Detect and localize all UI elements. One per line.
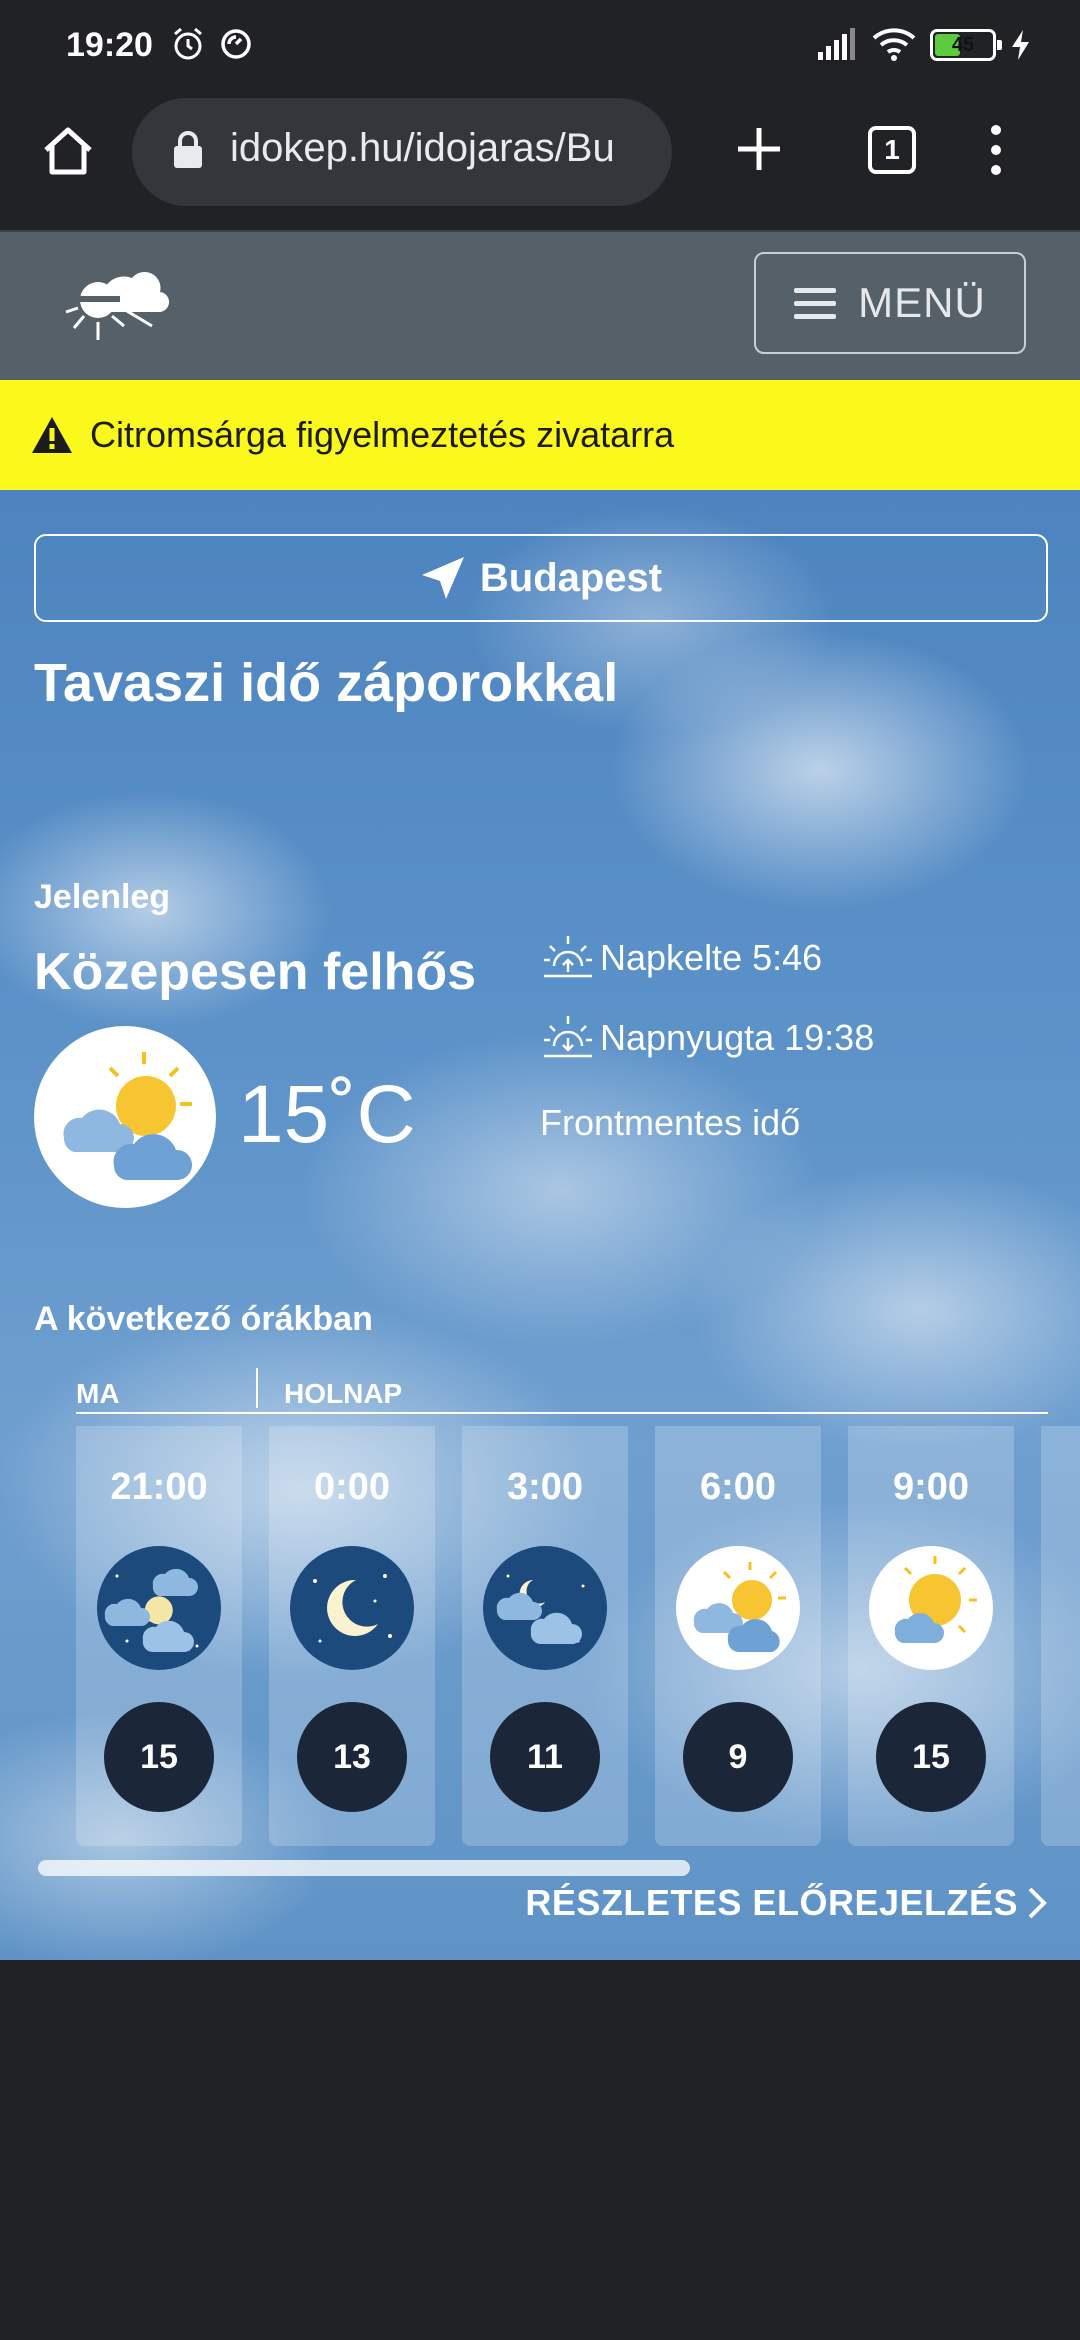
location-arrow-icon	[421, 557, 464, 599]
new-tab-icon[interactable]	[734, 124, 784, 174]
sunset-text: Napnyugta 19:38	[600, 1017, 875, 1058]
hour-temperature: 13	[297, 1702, 407, 1812]
home-icon[interactable]	[40, 122, 96, 178]
sunrise-icon	[544, 936, 592, 978]
hour-temperature: 9	[683, 1702, 793, 1812]
day-labels: MA HOLNAP	[76, 1368, 1048, 1414]
hour-time: 6:00	[699, 1466, 777, 1508]
forecast-headline: Tavaszi idő záporokkal	[34, 653, 619, 713]
main-content: Budapest Tavaszi idő záporokkal Jelenleg…	[0, 490, 1080, 1960]
more-options-icon[interactable]	[986, 122, 1006, 178]
hour-temperature: 11	[490, 1702, 600, 1812]
front-status: Frontmentes idő	[540, 1102, 801, 1143]
hour-time: 0:00	[313, 1466, 391, 1508]
hourly-forecast-title: A következő órákban	[34, 1300, 373, 1338]
hour-card[interactable]: 6:00 9	[655, 1426, 821, 1846]
alarm-icon	[174, 27, 202, 60]
warning-icon	[32, 417, 72, 453]
detailed-forecast-label: RÉSZLETES ELŐREJELZÉS	[525, 1882, 1018, 1923]
site-logo-icon[interactable]	[62, 256, 172, 356]
horizontal-scrollbar[interactable]	[38, 1860, 690, 1876]
clear-night-icon	[290, 1546, 414, 1670]
site-header: MENÜ	[0, 230, 1080, 380]
menu-label: MENÜ	[858, 279, 986, 326]
detailed-forecast-link[interactable]: RÉSZLETES ELŐREJELZÉS	[525, 1882, 1050, 1924]
weather-warning-banner[interactable]: Citromsárga figyelmeztetés zivatarra	[0, 380, 1080, 490]
hour-time: 9:00	[892, 1466, 970, 1508]
sunrise-text: Napkelte 5:46	[600, 937, 823, 978]
partly-cloudy-day-icon	[676, 1546, 800, 1670]
hour-time: 21:00	[110, 1466, 208, 1508]
current-temperature: 15˚C	[238, 1069, 416, 1160]
battery-indicator: 45	[930, 29, 1002, 61]
page-blank-area	[0, 1960, 1080, 2340]
hour-card[interactable]: 21:00 15	[76, 1426, 242, 1846]
address-bar[interactable]: idokep.hu/idojaras/Bu	[132, 98, 672, 206]
location-button[interactable]: Budapest	[34, 534, 1048, 622]
url-text[interactable]: idokep.hu/idojaras/Bu	[230, 126, 660, 171]
day-divider	[256, 1368, 258, 1408]
hour-card[interactable]: 3:00 11	[462, 1426, 628, 1846]
sunset-icon	[544, 1016, 592, 1058]
battery-level: 45	[951, 33, 975, 56]
hour-card-partial[interactable]	[1041, 1426, 1080, 1846]
tab-switcher-button[interactable]: 1	[868, 126, 916, 174]
hourly-forecast-scroller[interactable]: 21:00 15 0:00 13 3:00 11 6:00 9 9:00 15	[76, 1426, 1080, 1846]
menu-button[interactable]: MENÜ	[754, 252, 1026, 354]
hour-time: 3:00	[506, 1466, 584, 1508]
data-saver-icon	[221, 29, 251, 59]
browser-toolbar: idokep.hu/idojaras/Bu 1	[0, 96, 1080, 230]
mostly-sunny-icon	[869, 1546, 993, 1670]
city-name: Budapest	[479, 555, 663, 600]
chevron-right-icon	[1028, 1887, 1047, 1919]
current-label: Jelenleg	[34, 878, 171, 916]
sunset-row: Napnyugta 19:38	[540, 1010, 874, 1066]
lock-icon	[174, 131, 202, 168]
wifi-icon	[872, 28, 916, 61]
status-right: 45	[816, 28, 1032, 62]
sunrise-row: Napkelte 5:46	[540, 930, 822, 986]
partly-cloudy-day-icon	[34, 1026, 216, 1208]
status-bar: 19:20 45	[0, 0, 1080, 96]
status-left-icons	[170, 26, 254, 62]
hour-temperature: 15	[876, 1702, 986, 1812]
today-label: MA	[76, 1378, 120, 1409]
tab-count: 1	[884, 134, 900, 165]
partly-cloudy-night-icon	[483, 1546, 607, 1670]
charging-bolt-icon	[1012, 30, 1029, 60]
tomorrow-label: HOLNAP	[284, 1378, 403, 1409]
hour-temperature: 15	[104, 1702, 214, 1812]
status-time: 19:20	[66, 26, 153, 64]
current-condition: Közepesen felhős	[34, 943, 477, 1001]
signal-icon	[818, 28, 855, 60]
hour-card[interactable]: 9:00 15	[848, 1426, 1014, 1846]
warning-text: Citromsárga figyelmeztetés zivatarra	[90, 414, 675, 455]
cloudy-night-icon	[97, 1546, 221, 1670]
hamburger-icon	[794, 288, 837, 319]
hour-card[interactable]: 0:00 13	[269, 1426, 435, 1846]
